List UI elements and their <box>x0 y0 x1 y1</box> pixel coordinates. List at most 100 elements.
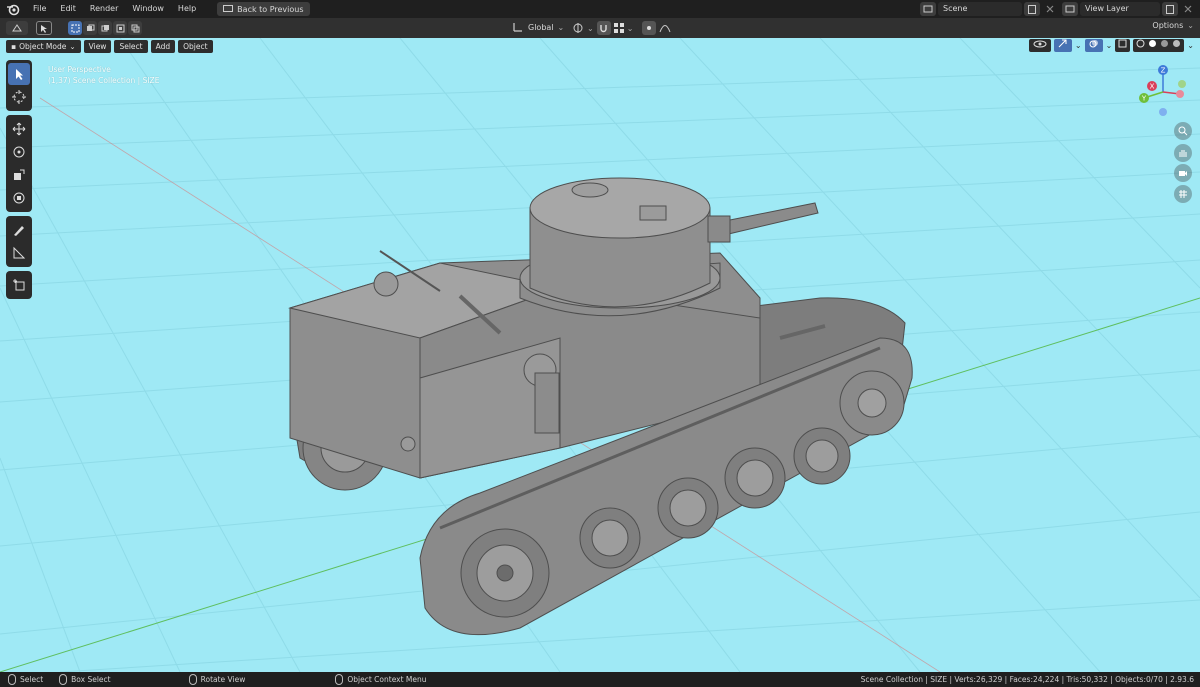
transform-icon <box>13 192 25 204</box>
pan-view-button[interactable] <box>1174 144 1192 162</box>
visibility-button[interactable] <box>1028 39 1051 52</box>
move-tool[interactable] <box>8 118 30 140</box>
scene-name-field[interactable]: Scene <box>938 2 1022 16</box>
cursor-arrow-icon <box>16 69 23 80</box>
monitor-icon <box>223 5 234 12</box>
overlays-chevron-icon[interactable]: ⌄ <box>1106 41 1113 50</box>
object-mode-dropdown[interactable]: ▪ Object Mode ⌄ <box>6 39 81 53</box>
gizmo-neg-z-icon <box>1159 108 1167 116</box>
selection-mode-invert-button[interactable] <box>113 21 127 35</box>
overlays-toggle-button[interactable] <box>1084 39 1103 52</box>
viewport-shading-group: ⌄ ⌄ ⌄ <box>1028 39 1194 52</box>
view-menu[interactable]: View <box>83 39 112 53</box>
camera-view-button[interactable] <box>1174 164 1192 182</box>
menu-edit[interactable]: Edit <box>53 0 83 18</box>
cursor-tool[interactable] <box>8 86 30 108</box>
snap-chevron-icon[interactable]: ⌄ <box>627 24 634 33</box>
viewport-header: ▪ Object Mode ⌄ View Select Add Object ⌄… <box>0 38 1200 54</box>
menu-help[interactable]: Help <box>171 0 203 18</box>
mouse-middle-icon <box>188 674 197 685</box>
shading-chevron-icon[interactable]: ⌄ <box>1187 41 1194 50</box>
3d-viewport[interactable]: ▪ Object Mode ⌄ View Select Add Object ⌄… <box>0 38 1200 672</box>
gizmo-x-label: X <box>1150 83 1155 91</box>
view-layer-icon[interactable] <box>1062 2 1078 16</box>
selection-mode-extend-button[interactable] <box>83 21 97 35</box>
hand-icon <box>1179 150 1187 157</box>
3d-viewport-icon <box>12 24 22 32</box>
measure-tool[interactable] <box>8 242 30 264</box>
gizmo-neg-y-icon <box>1178 80 1186 88</box>
xray-icon <box>1118 39 1127 48</box>
status-bar: Select Box Select Rotate View Object Con… <box>0 672 1200 687</box>
pivot-chevron-icon[interactable]: ⌄ <box>587 24 594 33</box>
mouse-right-icon <box>335 674 344 685</box>
new-view-layer-icon[interactable] <box>1162 2 1178 16</box>
snap-increment-icon[interactable] <box>613 23 624 33</box>
status-context-label: Object Context Menu <box>347 675 427 684</box>
transform-tool[interactable] <box>8 187 30 209</box>
menu-file[interactable]: File <box>26 0 53 18</box>
tank-model[interactable] <box>0 38 1200 672</box>
rotate-tool[interactable] <box>8 141 30 163</box>
delete-scene-icon[interactable] <box>1042 2 1058 16</box>
snap-toggle-button[interactable] <box>596 21 611 35</box>
proportional-edit-button[interactable] <box>642 21 657 35</box>
orientation-label[interactable]: Global <box>528 23 554 32</box>
add-menu[interactable]: Add <box>150 39 176 53</box>
select-extend-icon <box>86 24 94 31</box>
navigation-gizmo[interactable]: Z Y X <box>1130 62 1196 122</box>
orientation-chevron-icon[interactable]: ⌄ <box>558 23 565 32</box>
selection-mode-subtract-button[interactable] <box>98 21 112 35</box>
blender-logo-icon[interactable] <box>6 2 20 16</box>
gizmo-neg-x-icon <box>1176 90 1184 98</box>
gizmo-toggle-button[interactable] <box>1053 39 1072 52</box>
annotate-tools-group <box>6 216 32 267</box>
menu-render[interactable]: Render <box>83 0 125 18</box>
view-perspective-label: User Perspective <box>48 65 111 74</box>
shading-mode-group <box>1133 39 1185 52</box>
orientation-group: Global ⌄ <box>512 21 564 33</box>
back-to-previous-button[interactable]: Back to Previous <box>217 2 310 16</box>
select-tools-group <box>6 60 32 111</box>
options-dropdown[interactable]: Options ⌄ <box>1152 21 1194 30</box>
status-box-select-label: Box Select <box>71 675 111 684</box>
select-subtract-icon <box>101 24 109 31</box>
pivot-point-icon[interactable] <box>572 22 584 34</box>
selection-mode-intersect-button[interactable] <box>128 21 142 35</box>
falloff-curve-icon[interactable] <box>659 23 671 33</box>
material-shading-icon[interactable] <box>1160 39 1169 48</box>
scale-tool[interactable] <box>8 164 30 186</box>
new-scene-icon[interactable] <box>1024 2 1040 16</box>
options-chevron-icon: ⌄ <box>1187 21 1194 30</box>
mouse-left-icon <box>8 674 16 685</box>
object-menu[interactable]: Object <box>178 39 213 53</box>
cursor-arrow-icon <box>41 24 47 33</box>
select-tool-button[interactable] <box>36 21 52 35</box>
add-cube-tool[interactable] <box>8 274 30 296</box>
grid-icon <box>1179 190 1187 198</box>
zoom-view-button[interactable] <box>1174 122 1192 140</box>
selection-mode-set-button[interactable] <box>68 21 82 35</box>
gizmo-y-label: Y <box>1141 95 1147 103</box>
gizmo-z-label: Z <box>1161 67 1166 75</box>
select-menu[interactable]: Select <box>114 39 148 53</box>
rendered-shading-icon[interactable] <box>1172 39 1181 48</box>
solid-shading-icon[interactable] <box>1148 39 1157 48</box>
mouse-drag-icon <box>59 674 68 685</box>
gizmo-chevron-icon[interactable]: ⌄ <box>1075 41 1082 50</box>
back-to-previous-label: Back to Previous <box>237 4 304 14</box>
annotate-tool[interactable] <box>8 219 30 241</box>
delete-view-layer-icon[interactable] <box>1180 2 1196 16</box>
menu-window[interactable]: Window <box>125 0 171 18</box>
scene-icon[interactable] <box>920 2 936 16</box>
xray-toggle-button[interactable] <box>1115 39 1131 52</box>
overlays-icon <box>1089 40 1098 48</box>
select-box-tool[interactable] <box>8 63 30 85</box>
gizmo-icon <box>1058 39 1067 48</box>
wireframe-shading-icon[interactable] <box>1136 39 1145 48</box>
select-intersect-icon <box>131 24 139 32</box>
editor-type-button[interactable] <box>6 21 28 35</box>
view-layer-name-field[interactable]: View Layer <box>1080 2 1160 16</box>
ortho-toggle-button[interactable] <box>1174 185 1192 203</box>
top-menu-bar: File Edit Render Window Help Back to Pre… <box>0 0 1200 18</box>
